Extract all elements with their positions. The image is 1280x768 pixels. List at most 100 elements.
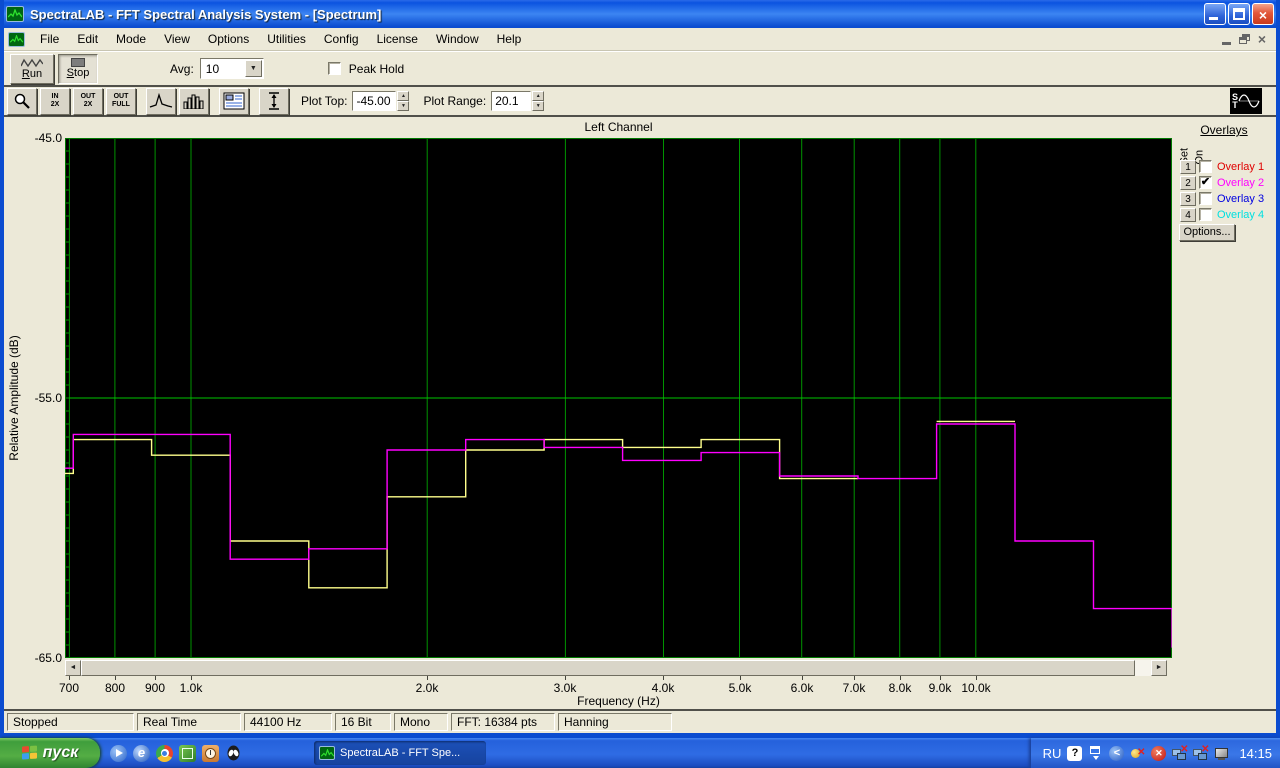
alien-app-icon[interactable] — [225, 745, 242, 762]
clock-app-icon[interactable] — [202, 744, 219, 762]
avg-combobox[interactable]: 10 ▼ — [199, 58, 264, 79]
bar-chart-icon — [183, 94, 204, 109]
app-icon — [319, 746, 335, 760]
language-indicator[interactable]: RU — [1043, 746, 1062, 761]
start-button[interactable]: пуск — [0, 738, 100, 768]
x-tick-label: 4.0k — [651, 681, 675, 695]
zoom-out-full-button[interactable]: OUT FULL — [106, 87, 136, 115]
maximize-button[interactable] — [1228, 3, 1250, 25]
status-fft-size: FFT: 16384 pts — [451, 713, 555, 731]
browser-icon[interactable]: e — [133, 744, 150, 762]
mdi-minimize-icon[interactable] — [1221, 41, 1231, 45]
zoom-out-2x-button[interactable]: OUT 2X — [73, 87, 103, 115]
frequency-scrollbar[interactable]: ◄ ► — [65, 660, 1167, 676]
plot-top-spinner[interactable]: ▲ ▼ — [397, 91, 410, 111]
tray-wireless-disconnected-icon[interactable]: ✕ — [1172, 744, 1188, 761]
signal-generator-icon[interactable]: S T — [1230, 88, 1262, 114]
scrollbar-thumb[interactable] — [81, 660, 1135, 676]
chrome-icon[interactable] — [156, 744, 173, 762]
menu-help[interactable]: Help — [488, 30, 531, 48]
avg-label: Avg: — [170, 61, 194, 76]
settings-panel-icon — [223, 92, 245, 110]
bar-display-button[interactable] — [179, 87, 209, 115]
spin-down-icon: ▼ — [397, 101, 410, 111]
stop-button[interactable]: Stop — [58, 53, 98, 84]
overlays-title: Overlays — [1200, 123, 1248, 137]
x-tick-label: 7.0k — [842, 681, 866, 695]
y-tick-label: -55.0 — [34, 391, 62, 405]
menu-file[interactable]: File — [31, 30, 68, 48]
x-tick-mark — [155, 676, 156, 680]
peak-hold-label: Peak Hold — [348, 61, 405, 76]
scrollbar-track[interactable] — [1135, 660, 1151, 676]
x-tick-label: 2.0k — [415, 681, 439, 695]
line-display-button[interactable] — [146, 87, 176, 115]
peak-hold-checkbox[interactable] — [327, 62, 341, 75]
media-player-icon[interactable] — [110, 744, 127, 762]
display-settings-button[interactable] — [219, 87, 249, 115]
scroll-left-icon[interactable]: ◄ — [65, 660, 81, 676]
avg-value: 10 — [205, 61, 220, 76]
combo-arrow-icon[interactable]: ▼ — [244, 60, 262, 77]
overlay-2-set-button[interactable]: 2 — [1180, 175, 1196, 190]
status-window-function: Hanning — [558, 713, 672, 731]
mdi-restore-icon[interactable] — [1238, 34, 1250, 44]
windows-logo-icon — [21, 745, 38, 760]
spin-up-icon: ▲ — [532, 91, 545, 101]
help-tray-icon[interactable]: ? — [1067, 745, 1083, 761]
overlay-1-set-button[interactable]: 1 — [1180, 159, 1196, 174]
overlay-4-checkbox[interactable] — [1199, 208, 1212, 221]
x-tick-mark — [69, 676, 70, 680]
zoom-cursor-button[interactable] — [7, 87, 37, 115]
quick-launch: e — [110, 744, 242, 762]
tray-security-alert-icon[interactable]: ✕ — [1151, 745, 1167, 761]
menu-license[interactable]: License — [368, 30, 427, 48]
menu-options[interactable]: Options — [199, 30, 258, 48]
overlay-1-checkbox[interactable] — [1199, 160, 1212, 173]
status-sample-rate: 44100 Hz — [244, 713, 332, 731]
overlay-3-checkbox[interactable] — [1199, 192, 1212, 205]
mdi-close-icon[interactable]: × — [1258, 32, 1266, 46]
x-tick-mark — [854, 676, 855, 680]
overlay-2-checkbox[interactable]: ✔ — [1199, 176, 1212, 189]
tray-network-disconnected-icon[interactable]: ✕ — [1193, 744, 1209, 761]
window-restore-tray-icon[interactable] — [1088, 745, 1103, 761]
plot-top-field[interactable]: -45.00 — [352, 91, 397, 111]
magnifier-icon — [14, 93, 30, 109]
status-channels: Mono — [394, 713, 448, 731]
plot-range-field[interactable]: 20.1 — [491, 91, 532, 111]
menu-mode[interactable]: Mode — [107, 30, 155, 48]
x-tick-mark — [191, 676, 192, 680]
tray-chevron-icon[interactable]: < — [1109, 745, 1125, 761]
status-run-state: Stopped — [7, 713, 134, 731]
tray-clock[interactable]: 14:15 — [1239, 746, 1272, 761]
overlays-options-button[interactable]: Options... — [1179, 224, 1235, 241]
menu-utilities[interactable]: Utilities — [258, 30, 315, 48]
tray-volume-muted-icon[interactable]: ✕ — [1130, 746, 1145, 761]
green-app-icon[interactable] — [179, 744, 196, 762]
taskbar-app-button[interactable]: SpectraLAB - FFT Spe... — [314, 741, 486, 765]
overlay-4-set-button[interactable]: 4 — [1180, 207, 1196, 222]
tray-display-icon[interactable] — [1214, 746, 1229, 761]
plot-range-spinner[interactable]: ▲ ▼ — [532, 91, 545, 111]
menu-config[interactable]: Config — [315, 30, 368, 48]
overlay-3-label: Overlay 3 — [1217, 192, 1265, 205]
system-tray: RU ? < ✕ ✕ ✕ ✕ 14:15 — [1030, 738, 1280, 768]
menu-window[interactable]: Window — [427, 30, 488, 48]
zoom-in-2x-button[interactable]: IN 2X — [40, 87, 70, 115]
scroll-right-icon[interactable]: ► — [1151, 660, 1167, 676]
amplitude-axis-button[interactable] — [259, 87, 289, 115]
x-tick-label: 5.0k — [728, 681, 752, 695]
x-tick-label: 10.0k — [961, 681, 991, 695]
overlay-3-set-button[interactable]: 3 — [1180, 191, 1196, 206]
x-tick-label: 9.0k — [928, 681, 952, 695]
run-button[interactable]: Run — [10, 53, 54, 84]
x-tick-mark — [115, 676, 116, 680]
menu-view[interactable]: View — [155, 30, 199, 48]
y-tick-label: -45.0 — [34, 131, 62, 145]
x-tick-mark — [663, 676, 664, 680]
minimize-button[interactable] — [1204, 3, 1226, 25]
spectrum-plot[interactable] — [65, 138, 1172, 658]
close-button[interactable]: × — [1252, 3, 1274, 25]
menu-edit[interactable]: Edit — [68, 30, 107, 48]
